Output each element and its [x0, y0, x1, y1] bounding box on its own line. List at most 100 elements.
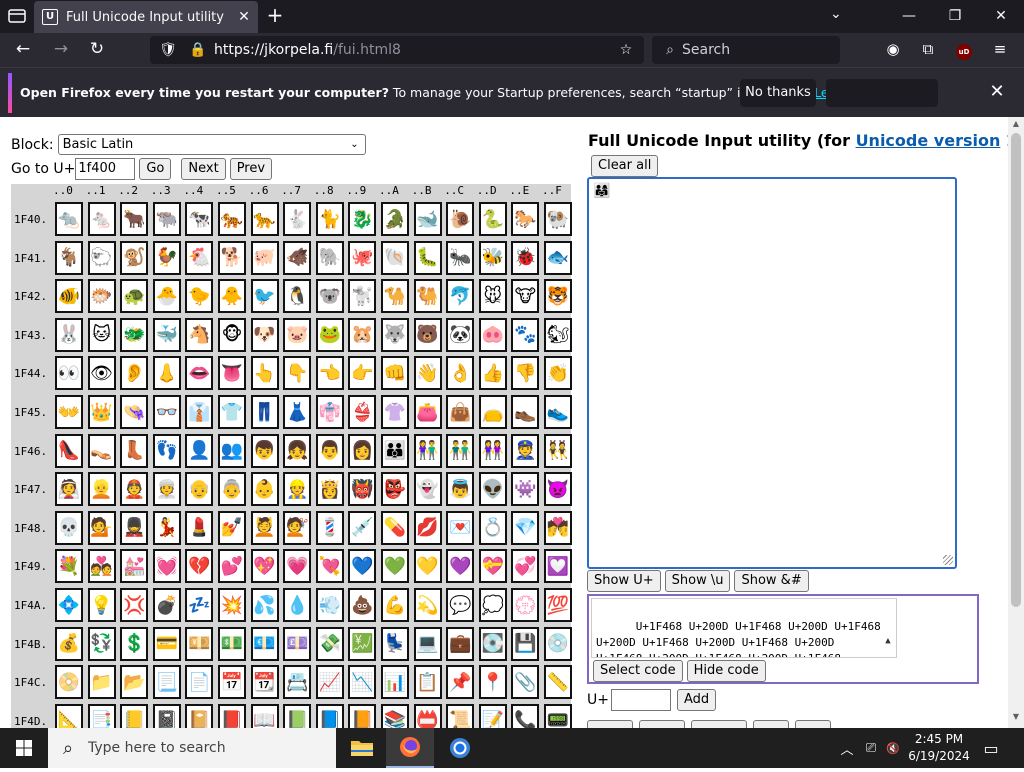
character-cell[interactable]: 🐾	[511, 317, 540, 352]
character-cell[interactable]: 📚	[381, 703, 409, 728]
more-button-2[interactable]	[639, 720, 685, 728]
address-bar[interactable]: 🛡 🔒 https://jkorpela.fi/fui.html8 ☆	[150, 36, 644, 64]
character-cell[interactable]: 👡	[87, 433, 116, 468]
character-cell[interactable]: 🐞	[511, 240, 540, 275]
clear-all-button[interactable]: Clear all	[591, 155, 659, 177]
character-cell[interactable]: 📝	[478, 703, 507, 728]
character-cell[interactable]: 👏	[544, 356, 572, 391]
character-cell[interactable]: 📏	[544, 665, 572, 700]
character-cell[interactable]: 💡	[87, 588, 116, 622]
character-cell[interactable]: 🐀	[55, 202, 83, 236]
character-cell[interactable]: 👅	[218, 356, 246, 391]
character-cell[interactable]: 💲	[120, 626, 149, 661]
character-cell[interactable]: 👲	[120, 472, 149, 507]
character-cell[interactable]: 👧	[283, 433, 312, 468]
character-cell[interactable]: 👞	[511, 395, 540, 429]
character-cell[interactable]: 🐍	[478, 202, 507, 236]
character-cell[interactable]: 👢	[120, 433, 149, 468]
character-cell[interactable]: 💐	[55, 549, 83, 584]
character-cell[interactable]: 💏	[544, 510, 572, 545]
character-cell[interactable]: 💚	[381, 549, 409, 584]
character-cell[interactable]: 👤	[185, 433, 214, 468]
character-cell[interactable]: 🐳	[152, 317, 181, 352]
character-cell[interactable]: 🐤	[185, 279, 214, 314]
character-cell[interactable]: 🐚	[381, 240, 409, 275]
character-cell[interactable]: 📀	[55, 665, 83, 700]
character-cell[interactable]: 👇	[283, 356, 312, 391]
character-cell[interactable]: 👬	[446, 433, 475, 468]
taskbar-search-box[interactable]: ⌕ Type here to search	[48, 728, 336, 768]
chromium-taskbar-button[interactable]	[436, 728, 484, 768]
character-cell[interactable]: 👍	[478, 356, 507, 391]
new-tab-button[interactable]: +	[264, 5, 286, 27]
character-cell[interactable]: 🐯	[544, 279, 572, 314]
character-cell[interactable]: 👃	[152, 356, 181, 391]
character-cell[interactable]: 👺	[381, 472, 409, 507]
character-cell[interactable]: 📑	[87, 703, 116, 728]
more-button-4[interactable]	[753, 720, 789, 728]
show-amp-hash-button[interactable]: Show &#	[734, 570, 809, 592]
character-cell[interactable]: 🐲	[120, 317, 149, 352]
character-cell[interactable]: 🐽	[478, 317, 507, 352]
character-cell[interactable]: 🐓	[152, 240, 181, 275]
character-cell[interactable]: 🐄	[185, 202, 214, 236]
character-cell[interactable]: 💛	[413, 549, 442, 584]
character-cell[interactable]: 📆	[250, 665, 279, 700]
character-cell[interactable]: 👟	[544, 395, 572, 429]
character-cell[interactable]: 👷	[283, 472, 312, 507]
character-cell[interactable]: 👾	[511, 472, 540, 507]
close-window-button[interactable]: ✕	[978, 0, 1024, 33]
character-cell[interactable]: 🐖	[250, 240, 279, 275]
character-cell[interactable]: 👦	[250, 433, 279, 468]
character-cell[interactable]: 👴	[185, 472, 214, 507]
character-cell[interactable]: 💞	[511, 549, 540, 584]
character-cell[interactable]: 💹	[348, 626, 377, 661]
character-cell[interactable]: 💧	[283, 588, 312, 622]
character-cell[interactable]: 📋	[413, 665, 442, 700]
character-cell[interactable]: 💤	[185, 588, 214, 622]
scrollbar-thumb[interactable]	[1011, 133, 1021, 607]
list-all-tabs-button[interactable]	[6, 5, 28, 27]
character-cell[interactable]: 🐌	[446, 202, 475, 236]
character-cell[interactable]: 🐢	[120, 279, 149, 314]
character-cell[interactable]: 💅	[218, 510, 246, 545]
character-cell[interactable]: 💕	[218, 549, 246, 584]
character-cell[interactable]: 🐘	[315, 240, 344, 275]
character-cell[interactable]: 💁	[87, 510, 116, 545]
character-cell[interactable]: 💜	[446, 549, 475, 584]
character-cell[interactable]: 👶	[250, 472, 279, 507]
character-cell[interactable]: 💪	[381, 588, 409, 622]
character-cell[interactable]: 💯	[544, 588, 572, 622]
character-cell[interactable]: 🐪	[381, 279, 409, 314]
start-button[interactable]	[0, 728, 48, 768]
browser-tab[interactable]: U Full Unicode Input utility ✕	[34, 1, 258, 33]
character-cell[interactable]: 💗	[283, 549, 312, 584]
character-cell[interactable]: 🐟	[544, 240, 572, 275]
character-cell[interactable]: 🐿	[544, 317, 572, 352]
character-cell[interactable]: 👓	[152, 395, 181, 429]
character-cell[interactable]: 🐼	[446, 317, 475, 352]
character-cell[interactable]: 👎	[511, 356, 540, 391]
character-cell[interactable]: 🐫	[413, 279, 442, 314]
app-menu-button[interactable]: ≡	[987, 38, 1013, 62]
character-cell[interactable]: 👪	[381, 433, 409, 468]
character-cell[interactable]: 🐱	[87, 317, 116, 352]
character-cell[interactable]: 📅	[218, 665, 246, 700]
character-cell[interactable]: 💋	[413, 510, 442, 545]
character-cell[interactable]: 🐕	[218, 240, 246, 275]
character-cell[interactable]: 👄	[185, 356, 214, 391]
character-cell[interactable]: 💶	[250, 626, 279, 661]
character-cell[interactable]: 💃	[152, 510, 181, 545]
more-button-3[interactable]	[691, 720, 747, 728]
character-cell[interactable]: 💝	[478, 549, 507, 584]
character-cell[interactable]: 🐑	[87, 240, 116, 275]
character-cell[interactable]: 📂	[120, 665, 149, 700]
url-text[interactable]: https://jkorpela.fi/fui.html8	[214, 42, 608, 58]
character-cell[interactable]: 🐮	[511, 279, 540, 314]
character-cell[interactable]: 💍	[478, 510, 507, 545]
character-cell[interactable]: 👒	[120, 395, 149, 429]
character-cell[interactable]: 👭	[478, 433, 507, 468]
character-cell[interactable]: 👨	[315, 433, 344, 468]
character-cell[interactable]: 🐒	[120, 240, 149, 275]
character-cell[interactable]: 💠	[55, 588, 83, 622]
